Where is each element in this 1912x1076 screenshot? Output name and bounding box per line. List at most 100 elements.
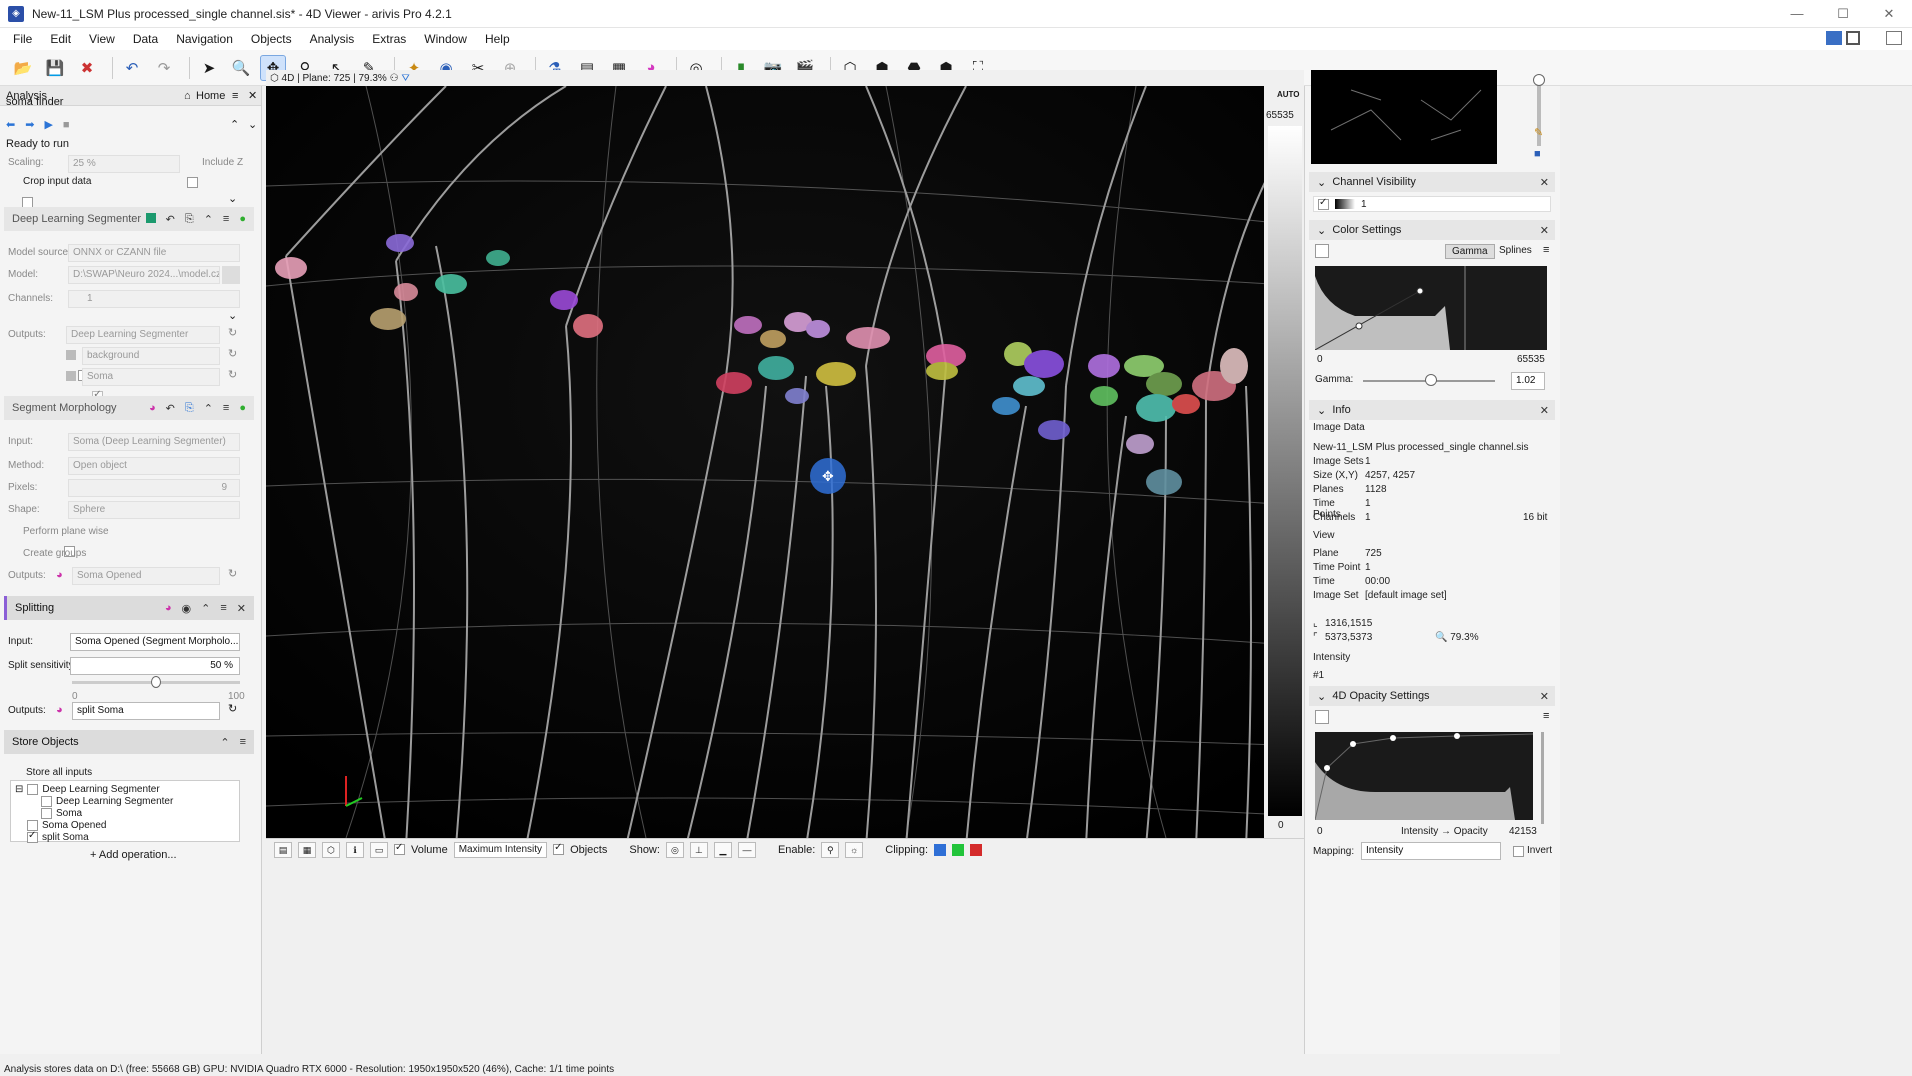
- layout-single-icon[interactable]: [1826, 31, 1842, 45]
- collapse-up-icon[interactable]: ⌃: [230, 118, 239, 131]
- remove-icon[interactable]: ✕: [237, 602, 246, 615]
- layout-menu-icon[interactable]: [1886, 31, 1902, 45]
- soma-color-icon[interactable]: [66, 371, 76, 381]
- collapse-down-icon[interactable]: ⌄: [248, 118, 257, 131]
- clip-x-button[interactable]: [934, 843, 947, 856]
- pixels-input[interactable]: 9: [68, 479, 240, 497]
- close-file-icon[interactable]: ✖: [74, 55, 100, 81]
- pin-icon[interactable]: ✎: [1534, 126, 1543, 139]
- menu-analysis[interactable]: Analysis: [301, 28, 364, 50]
- zoom-slider-thumb[interactable]: [1533, 74, 1545, 86]
- save-icon[interactable]: 💾: [42, 55, 68, 81]
- splitting-section[interactable]: Splitting ◕ ◉ ⌃ ≡ ✕: [4, 596, 254, 620]
- dl-outputs-reset-icon[interactable]: ↻: [228, 326, 237, 339]
- filter-icon[interactable]: ⛛: [401, 73, 409, 84]
- menu-icon[interactable]: ≡: [220, 602, 226, 615]
- tree-item[interactable]: Deep Learning Segmenter: [41, 796, 173, 807]
- opacity-swatch-button[interactable]: [1315, 710, 1329, 724]
- image-data-subheader[interactable]: Image Data: [1309, 422, 1555, 438]
- intensity-subheader[interactable]: Intensity: [1309, 652, 1555, 668]
- color-menu-icon[interactable]: ≡: [1543, 244, 1549, 256]
- export-icon[interactable]: ⎘: [185, 402, 194, 415]
- gamma-slider-thumb[interactable]: [1425, 374, 1437, 386]
- info-icon[interactable]: ℹ: [346, 841, 364, 858]
- gamma-input[interactable]: 1.02: [1511, 372, 1545, 390]
- show-surface-icon[interactable]: ◎: [665, 841, 684, 858]
- volume-checkbox[interactable]: [394, 842, 405, 855]
- move-up-icon[interactable]: ⌃: [204, 213, 213, 226]
- run-icon[interactable]: ▶: [44, 118, 52, 131]
- monitor-icon[interactable]: ▭: [370, 841, 388, 858]
- split-input-select[interactable]: Soma Opened (Segment Morpholo...: [70, 633, 240, 651]
- reset-icon[interactable]: ↶: [166, 213, 175, 226]
- move-up-icon[interactable]: ⌃: [220, 736, 229, 749]
- model-source-input[interactable]: ONNX or CZANN file: [68, 244, 240, 262]
- menu-window[interactable]: Window: [415, 28, 476, 50]
- split-outputs-color-icon[interactable]: ◕: [56, 704, 63, 716]
- multicolor-icon[interactable]: ◕: [149, 402, 156, 415]
- forward-icon[interactable]: ➡: [25, 118, 34, 131]
- soma-class-name[interactable]: Soma: [82, 368, 220, 386]
- morph-outputs-color-icon[interactable]: ◕: [56, 569, 63, 581]
- soma-reset-icon[interactable]: ↻: [228, 368, 237, 381]
- include-z-checkbox[interactable]: [187, 177, 198, 188]
- channel-row[interactable]: 1: [1313, 196, 1551, 212]
- add-operation-button[interactable]: + Add operation...: [90, 849, 177, 861]
- menu-extras[interactable]: Extras: [363, 28, 415, 50]
- overview-thumbnail[interactable]: [1311, 70, 1497, 164]
- gamma-tab[interactable]: Gamma: [1445, 244, 1495, 259]
- lut-auto-button[interactable]: AUTO: [1277, 90, 1300, 99]
- menu-help[interactable]: Help: [476, 28, 519, 50]
- render-mode-select[interactable]: Maximum Intensity: [453, 841, 548, 858]
- expand-icon[interactable]: ⌄: [228, 192, 237, 205]
- view-subheader[interactable]: View: [1309, 530, 1555, 546]
- enable-light-icon[interactable]: ☼: [845, 841, 864, 858]
- clip-z-button[interactable]: [970, 843, 983, 856]
- tree-item[interactable]: Soma: [41, 808, 82, 819]
- show-scalebar-icon[interactable]: ▁: [713, 841, 732, 858]
- tree-item[interactable]: split Soma: [27, 830, 89, 843]
- dl-outputs-input[interactable]: Deep Learning Segmenter: [66, 326, 220, 344]
- 3d-view-icon[interactable]: ⬡: [322, 841, 340, 858]
- zoom-icon[interactable]: 🔍: [228, 55, 254, 81]
- menu-icon[interactable]: ≡: [240, 736, 246, 749]
- morph-input-select[interactable]: Soma (Deep Learning Segmenter): [68, 433, 240, 451]
- multicolor-icon[interactable]: ◕: [165, 602, 172, 615]
- method-select[interactable]: Open object: [68, 457, 240, 475]
- opacity-menu-icon[interactable]: ≡: [1543, 710, 1549, 722]
- morph-outputs-input[interactable]: Soma Opened: [72, 567, 220, 585]
- background-reset-icon[interactable]: ↻: [228, 347, 237, 360]
- clip-y-button[interactable]: [952, 843, 965, 856]
- redo-icon[interactable]: ↷: [151, 55, 177, 81]
- color-settings-header[interactable]: ⌄ Color Settings ✕: [1309, 220, 1555, 240]
- color-swatch-button[interactable]: [1315, 244, 1329, 258]
- morphology-section[interactable]: Segment Morphology ◕ ↶ ⎘ ⌃ ≡ ●: [4, 396, 254, 420]
- minimize-button[interactable]: —: [1774, 0, 1820, 28]
- lut-gradient[interactable]: [1268, 126, 1302, 816]
- volume-viewer[interactable]: ✥ AUTO 65535 0: [266, 86, 1304, 838]
- splines-tab[interactable]: Splines: [1493, 244, 1538, 257]
- enable-pick-icon[interactable]: ⚲: [821, 841, 840, 858]
- scaling-input[interactable]: 25 %: [68, 155, 180, 173]
- split-sensitivity-thumb[interactable]: [151, 676, 161, 688]
- open-icon[interactable]: 📂: [10, 55, 36, 81]
- camera-view-icon[interactable]: ■: [1534, 148, 1541, 160]
- segmenter-color-icon[interactable]: [145, 212, 156, 223]
- browse-button[interactable]: [222, 266, 240, 284]
- split-sensitivity-input[interactable]: 50 %: [70, 657, 240, 675]
- close-window-button[interactable]: ✕: [1866, 0, 1912, 28]
- tree-item[interactable]: ⊟ Deep Learning Segmenter: [15, 784, 160, 795]
- channels-select[interactable]: 1: [68, 290, 240, 308]
- morph-outputs-reset-icon[interactable]: ↻: [228, 567, 237, 580]
- cube-mode-icon[interactable]: ⬡: [270, 73, 279, 84]
- show-more-icon[interactable]: —: [737, 841, 756, 858]
- maximize-button[interactable]: ☐: [1820, 0, 1866, 28]
- back-icon[interactable]: ⬅: [6, 118, 15, 131]
- mapping-select[interactable]: Intensity: [1361, 842, 1501, 860]
- reset-icon[interactable]: ↶: [166, 402, 175, 415]
- menu-file[interactable]: File: [4, 28, 41, 50]
- people-icon[interactable]: ⚇: [390, 73, 399, 84]
- background-color-icon[interactable]: [66, 350, 76, 360]
- store-objects-section[interactable]: Store Objects ⌃ ≡: [4, 730, 254, 754]
- background-class-name[interactable]: background: [82, 347, 220, 365]
